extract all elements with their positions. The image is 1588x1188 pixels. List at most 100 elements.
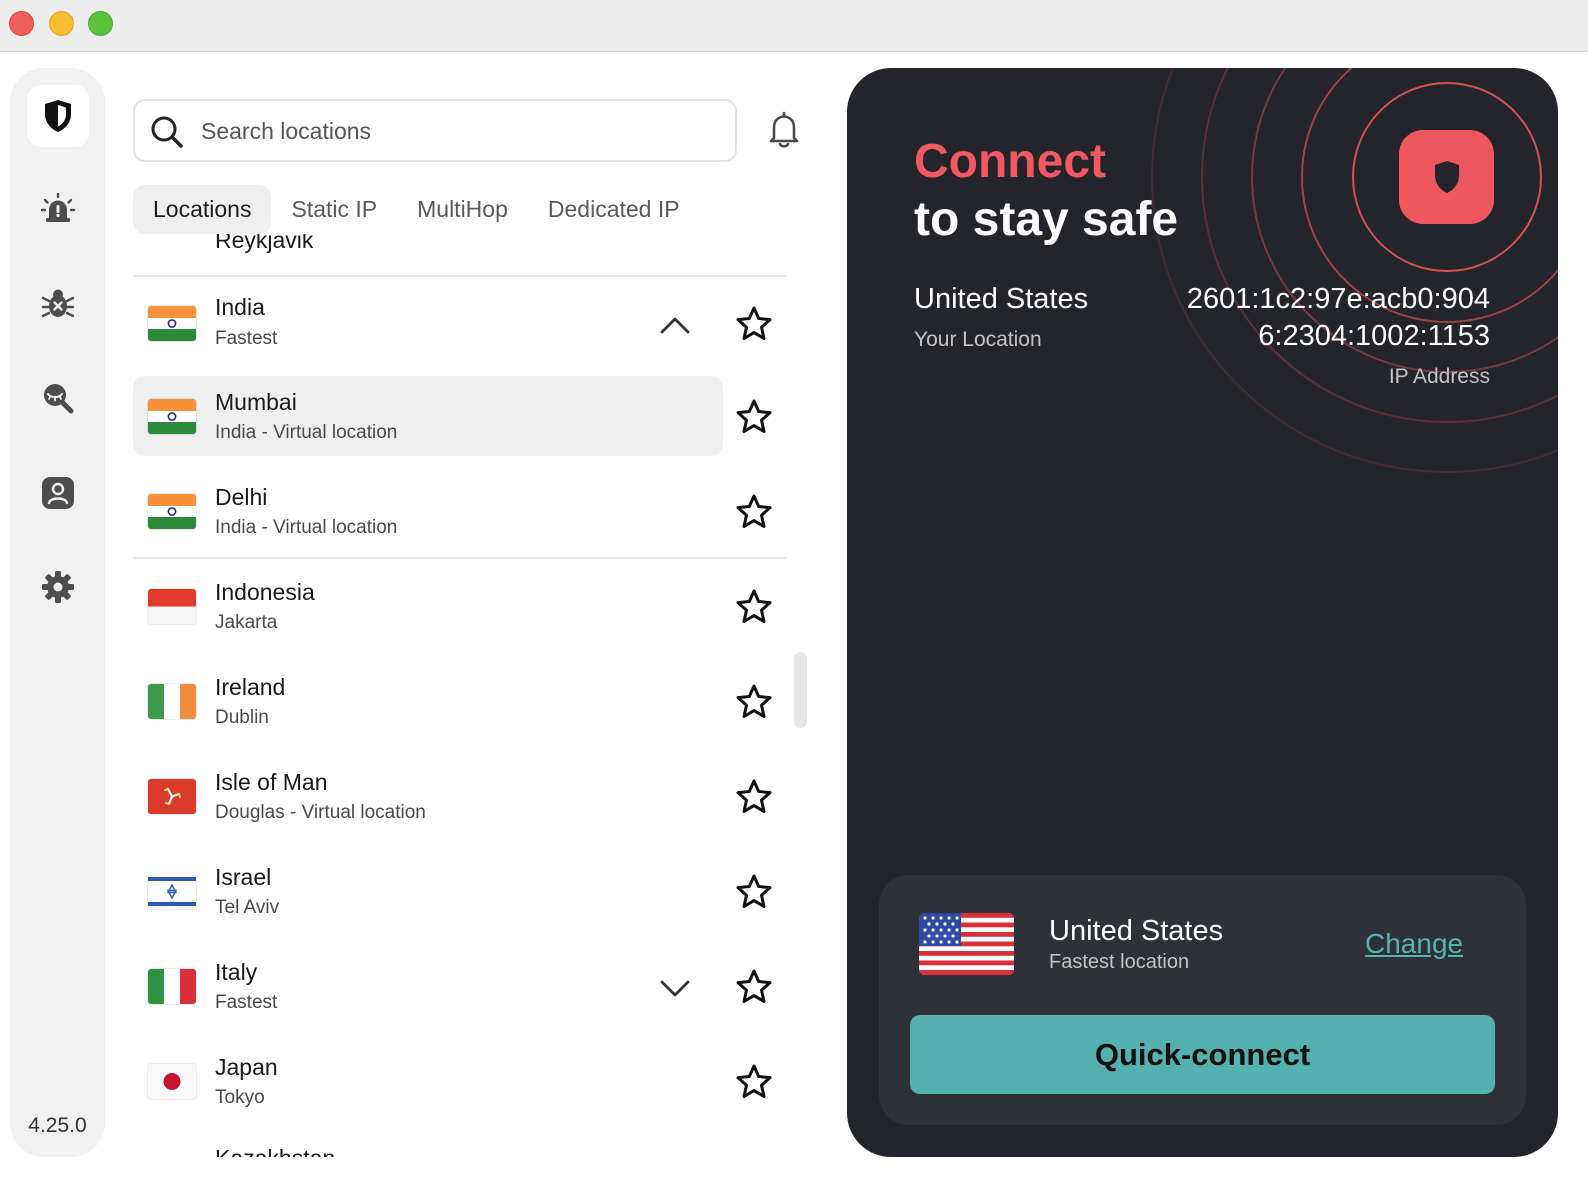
indonesia-flag-icon — [148, 589, 196, 624]
list-item-ireland[interactable]: Ireland Dublin — [133, 660, 786, 755]
india-flag-icon — [148, 494, 196, 529]
location-name: Indonesia — [215, 579, 315, 605]
list-divider — [133, 275, 786, 277]
location-subtitle: Tokyo — [215, 1087, 265, 1108]
location-subtitle: Tel Aviv — [215, 897, 280, 918]
search-box[interactable] — [133, 99, 737, 162]
location-name: Isle of Man — [215, 769, 328, 795]
list-scrollbar[interactable] — [794, 652, 807, 728]
japan-flag-icon — [148, 1064, 196, 1099]
favorite-button[interactable] — [733, 396, 775, 438]
account-icon — [42, 477, 74, 509]
list-item-israel[interactable]: Israel Tel Aviv — [133, 850, 786, 945]
quick-connect-country: United States — [1049, 915, 1224, 947]
shield-icon — [1434, 161, 1459, 193]
favorite-button[interactable] — [733, 871, 775, 913]
star-icon — [736, 306, 772, 340]
search-icon — [151, 116, 183, 148]
stay-safe-heading: to stay safe — [914, 193, 1179, 246]
italy-flag-icon — [148, 969, 196, 1004]
collapse-button[interactable] — [658, 308, 692, 342]
app-version: 4.25.0 — [28, 1114, 87, 1137]
bell-icon — [769, 111, 799, 148]
united-states-flag-icon — [919, 913, 1014, 975]
ip-address-line-2: 6:2304:1002:1153 — [1258, 320, 1490, 352]
location-list: Reykjavik India Fastest Mumbai India - V… — [133, 234, 793, 1157]
connect-shield-button[interactable] — [1399, 130, 1494, 224]
title-bar — [0, 0, 1588, 52]
location-subtitle: Jakarta — [215, 612, 278, 633]
chevron-down-icon — [660, 980, 690, 997]
settings-button[interactable] — [32, 561, 84, 613]
india-flag-icon — [148, 399, 196, 434]
tab-multihop[interactable]: MultiHop — [397, 185, 528, 234]
list-item-italy[interactable]: Italy Fastest — [133, 945, 786, 1040]
favorite-button[interactable] — [733, 491, 775, 533]
favorite-button[interactable] — [733, 776, 775, 818]
sidebar-rail: 4.25.0 — [10, 68, 105, 1157]
star-icon — [736, 779, 772, 813]
location-subtitle: Fastest — [215, 992, 278, 1013]
location-name: Mumbai — [215, 389, 297, 415]
favorite-button[interactable] — [733, 586, 775, 628]
tab-dedicated-ip[interactable]: Dedicated IP — [528, 185, 700, 234]
favorite-button[interactable] — [733, 303, 775, 345]
favorite-button[interactable] — [733, 681, 775, 723]
account-button[interactable] — [32, 467, 84, 519]
zoom-window-button[interactable] — [88, 11, 113, 36]
list-item-japan[interactable]: Japan Tokyo — [133, 1040, 786, 1135]
location-subtitle: Douglas - Virtual location — [215, 802, 426, 823]
partial-list-item-top: Reykjavik — [215, 234, 314, 253]
location-subtitle: India - Virtual location — [215, 422, 398, 443]
threat-protection-button[interactable] — [32, 278, 84, 330]
expand-button[interactable] — [658, 971, 692, 1005]
india-flag-icon — [148, 306, 196, 341]
selected-highlight — [133, 376, 723, 456]
threat-alerts-button[interactable] — [32, 184, 84, 236]
notifications-button[interactable] — [764, 108, 804, 152]
location-name: Japan — [215, 1054, 278, 1080]
favorite-button[interactable] — [733, 966, 775, 1008]
connect-heading: Connect — [914, 135, 1106, 188]
bug-icon — [41, 289, 75, 318]
location-name: Ireland — [215, 674, 286, 700]
search-input[interactable] — [201, 109, 721, 153]
list-item-isle-of-man[interactable]: Isle of Man Douglas - Virtual location — [133, 755, 786, 850]
ip-address-value: 2601:1c2:97e:acb0:904 6:2304:1002:1153 — [1150, 281, 1490, 355]
star-icon — [736, 969, 772, 1003]
dark-web-monitor-button[interactable] — [32, 372, 84, 424]
location-name: India — [215, 294, 265, 320]
isle-of-man-flag-icon — [148, 779, 196, 814]
star-icon — [736, 589, 772, 623]
current-location-label: Your Location — [914, 328, 1042, 351]
minimize-window-button[interactable] — [49, 11, 74, 36]
close-window-button[interactable] — [9, 11, 34, 36]
quick-connect-subtitle: Fastest location — [1049, 951, 1190, 973]
tab-static-ip[interactable]: Static IP — [271, 185, 397, 234]
ip-address-line-1: 2601:1c2:97e:acb0:904 — [1186, 283, 1490, 315]
current-location-name: United States — [914, 283, 1089, 315]
favorite-button[interactable] — [733, 1061, 775, 1103]
star-icon — [736, 1064, 772, 1098]
ip-address-label: IP Address — [1388, 365, 1490, 388]
list-item-mumbai[interactable]: Mumbai India - Virtual location — [133, 375, 786, 470]
location-name: Italy — [215, 959, 258, 985]
location-name: Delhi — [215, 484, 268, 510]
home-button[interactable] — [27, 85, 89, 147]
quick-connect-button[interactable]: Quick-connect — [910, 1015, 1495, 1094]
shield-logo-icon — [45, 100, 71, 132]
list-item-indonesia[interactable]: Indonesia Jakarta — [133, 565, 786, 660]
change-location-link[interactable]: Change — [1365, 928, 1463, 960]
alert-icon — [40, 192, 76, 222]
partial-list-item-bottom: Kazakhstan — [215, 1145, 335, 1157]
chevron-up-icon — [660, 317, 690, 334]
list-item-india[interactable]: India Fastest — [133, 278, 786, 373]
israel-flag-icon — [148, 874, 196, 909]
list-item-delhi[interactable]: Delhi India - Virtual location — [133, 470, 786, 565]
tab-locations[interactable]: Locations — [133, 185, 272, 234]
quick-connect-card: United States Fastest location Change Qu… — [879, 875, 1526, 1125]
star-icon — [736, 494, 772, 528]
location-subtitle: India - Virtual location — [215, 517, 398, 538]
star-icon — [736, 399, 772, 433]
connection-panel: Connect to stay safe United States Your … — [847, 68, 1558, 1157]
